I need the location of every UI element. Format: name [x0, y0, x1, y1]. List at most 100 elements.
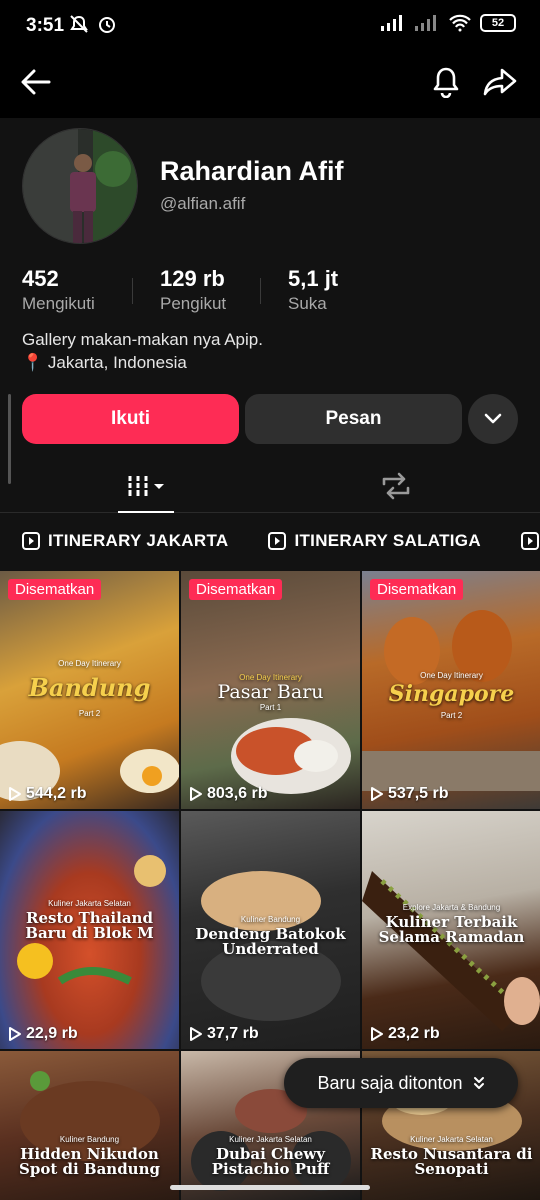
recently-watched-button[interactable]: Baru saja ditonton	[284, 1058, 518, 1108]
double-chevron-down-icon	[473, 1077, 484, 1089]
status-left-icons	[68, 14, 118, 34]
video-thumbnail[interactable]: Kuliner Jakarta Selatan Resto Thailand B…	[0, 811, 179, 1049]
video-caption-title: Resto Nusantara di Senopati	[370, 1145, 533, 1178]
stat-following[interactable]: 452 Mengikuti	[22, 266, 95, 314]
stat-value: 129 rb	[160, 266, 225, 291]
signal-2-icon	[415, 15, 436, 31]
tab-videos[interactable]	[118, 458, 174, 513]
status-time: 3:51	[26, 15, 65, 36]
playlist-item[interactable]: I	[499, 531, 540, 551]
top-bar	[0, 46, 540, 118]
video-caption-sub: Part 2	[440, 711, 463, 720]
playlist-play-icon	[520, 532, 539, 550]
video-caption-small: One Day Itinerary	[58, 659, 121, 668]
content-tabs	[0, 458, 540, 513]
video-caption-title: Bandung	[28, 673, 151, 702]
stat-value: 452	[22, 266, 59, 291]
play-icon	[190, 787, 202, 801]
wifi-icon	[449, 14, 471, 32]
grid-icon	[127, 475, 164, 496]
signal-icon	[381, 15, 402, 31]
playlist-strip: ITINERARY JAKARTA ITINERARY SALATIGA I	[0, 515, 540, 567]
video-caption-small: Kuliner Bandung	[59, 1135, 120, 1144]
video-caption-small: Kuliner Bandung	[240, 915, 301, 924]
play-icon	[9, 787, 21, 801]
stat-label: Pengikut	[160, 294, 227, 313]
stat-divider	[260, 278, 261, 304]
avatar-photo	[23, 129, 137, 243]
playlist-play-icon	[22, 532, 40, 550]
status-right-icons: 52	[380, 14, 516, 32]
playlist-play-icon	[268, 532, 287, 550]
play-icon	[9, 1027, 21, 1041]
view-count-value: 803,6 rb	[207, 785, 268, 802]
view-count-value: 544,2 rb	[26, 785, 87, 802]
share-button[interactable]	[478, 60, 522, 104]
video-thumbnail[interactable]: Disematkan One Day Itinerary Pasar Baru …	[181, 571, 360, 809]
video-caption-title: Hidden Nikudon Spot di Bandung	[19, 1145, 160, 1178]
view-count-value: 537,5 rb	[388, 785, 449, 802]
tab-reposts[interactable]	[368, 458, 424, 513]
video-caption-small: Kuliner Jakarta Selatan	[48, 899, 131, 908]
video-caption-small: Kuliner Jakarta Selatan	[229, 1135, 312, 1144]
stat-label: Mengikuti	[22, 294, 95, 313]
recently-watched-label: Baru saja ditonton	[317, 1072, 463, 1093]
tab-active-indicator	[118, 511, 174, 513]
status-bar: 3:51 52	[0, 0, 540, 46]
video-caption-title: Kuliner Terbaik Selama Ramadan	[378, 913, 525, 946]
share-arrow-icon	[483, 68, 517, 96]
chevron-down-icon	[484, 413, 502, 424]
avatar[interactable]	[22, 128, 138, 244]
profile-name: Rahardian Afif	[160, 156, 344, 186]
back-arrow-icon	[21, 69, 51, 95]
playlist-label: ITINERARY JAKARTA	[48, 531, 229, 550]
bell-icon	[433, 67, 459, 98]
alarm-icon	[99, 17, 115, 33]
video-caption-sub: Part 2	[78, 709, 101, 718]
home-indicator[interactable]	[170, 1185, 370, 1190]
battery-icon: 52	[480, 14, 516, 32]
video-caption-title: Dendeng Batokok Underrated	[195, 925, 346, 958]
pinned-badge: Disematkan	[189, 579, 283, 600]
video-thumbnail[interactable]: Explore Jakarta & Bandung Kuliner Terbai…	[362, 811, 540, 1049]
profile-bio: Gallery makan-makan nya Apip. 📍 Jakarta,…	[22, 328, 263, 374]
video-caption-title: Dubai Chewy Pistachio Puff	[211, 1145, 330, 1178]
view-count-value: 23,2 rb	[388, 1025, 440, 1042]
view-count: 803,6 rb	[189, 785, 267, 803]
pinned-badge: Disematkan	[8, 579, 102, 600]
repost-icon	[382, 472, 410, 499]
video-thumbnail[interactable]: Disematkan One Day Itinerary Bandung Par…	[0, 571, 179, 809]
mute-icon	[70, 15, 88, 33]
video-caption-small: Explore Jakarta & Bandung	[402, 903, 501, 912]
video-caption-sub: Part 1	[259, 703, 282, 712]
bio-line: Gallery makan-makan nya Apip.	[22, 330, 263, 349]
play-icon	[371, 1027, 383, 1041]
video-thumbnail[interactable]: Disematkan One Day Itinerary Singapore P…	[362, 571, 540, 809]
video-thumbnail[interactable]: Kuliner Bandung Dendeng Batokok Underrat…	[181, 811, 360, 1049]
playlist-item[interactable]: ITINERARY SALATIGA	[246, 531, 481, 551]
bio-location: 📍 Jakarta, Indonesia	[22, 353, 187, 372]
stat-followers[interactable]: 129 rb Pengikut	[160, 266, 226, 314]
play-icon	[190, 1027, 202, 1041]
view-count: 537,5 rb	[370, 785, 448, 803]
more-options-button[interactable]	[468, 394, 518, 444]
video-caption-title: Pasar Baru	[217, 681, 324, 703]
profile-header: Rahardian Afif @alfian.afif 452 Mengikut…	[0, 118, 540, 513]
playlist-item[interactable]: ITINERARY JAKARTA	[0, 531, 228, 551]
video-caption-title: Singapore	[388, 681, 515, 707]
stat-likes[interactable]: 5,1 jt Suka	[288, 266, 338, 314]
playlist-label: ITINERARY SALATIGA	[294, 531, 481, 550]
notification-button[interactable]	[424, 60, 468, 104]
play-icon	[371, 787, 383, 801]
pinned-badge: Disematkan	[370, 579, 464, 600]
view-count: 37,7 rb	[189, 1025, 259, 1043]
video-caption-title: Resto Thailand Baru di Blok M	[25, 909, 154, 942]
video-thumbnail[interactable]: Kuliner Bandung Hidden Nikudon Spot di B…	[0, 1051, 179, 1200]
follow-button[interactable]: Ikuti	[22, 394, 239, 444]
back-button[interactable]	[14, 60, 58, 104]
stat-value: 5,1 jt	[288, 266, 339, 291]
message-button[interactable]: Pesan	[245, 394, 462, 444]
view-count: 22,9 rb	[8, 1025, 78, 1043]
profile-handle: @alfian.afif	[160, 194, 246, 213]
video-caption-small: Kuliner Jakarta Selatan	[410, 1135, 493, 1144]
